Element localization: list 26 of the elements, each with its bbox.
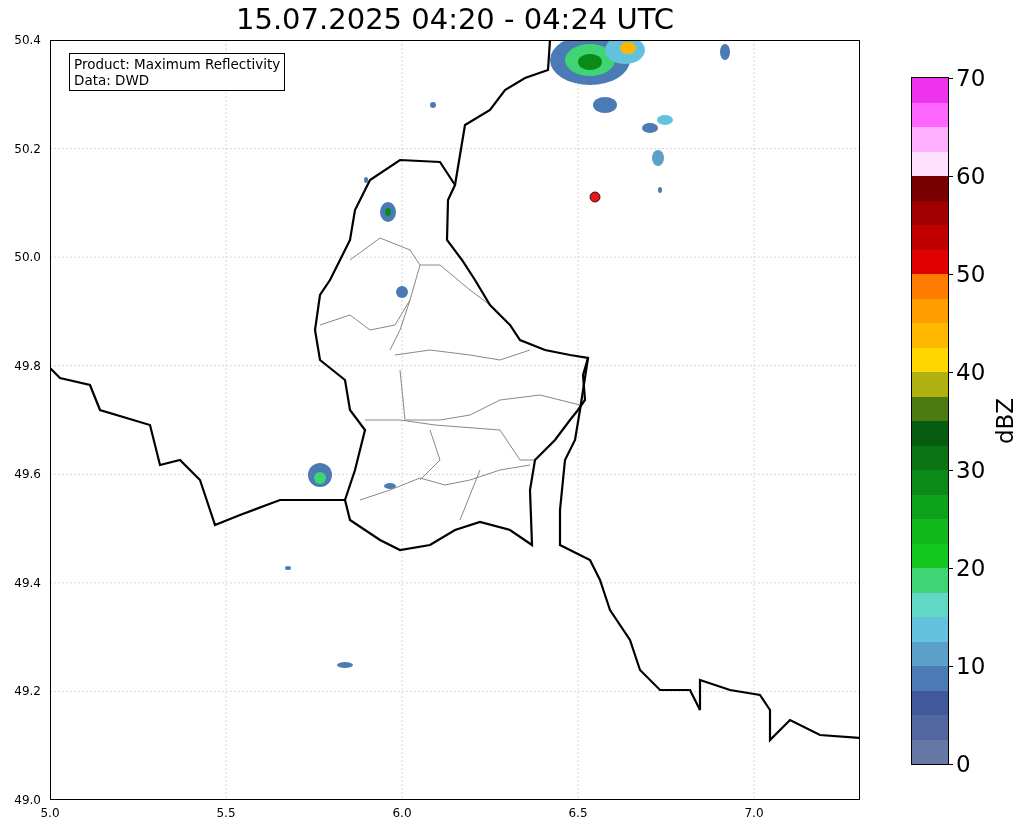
latitude-tick-label: 50.4 <box>14 33 41 47</box>
colorbar-tick-label: 40 <box>956 359 986 385</box>
chart-title: 15.07.2025 04:20 - 04:24 UTC <box>236 2 674 36</box>
info-text: Data: DWD <box>74 72 151 88</box>
latitude-tick-label: 49.4 <box>14 575 41 590</box>
colorbar-tick-label: 50 <box>956 261 986 287</box>
latitude-tick-label: 49.0 <box>14 793 41 807</box>
location-marker <box>589 191 601 203</box>
colorbar-label: dBZ <box>992 397 1019 445</box>
colorbar-tick-label: 70 <box>956 65 986 91</box>
colorbar-tick-label: 0 <box>956 751 971 777</box>
colorbar-tick-label: 30 <box>956 457 986 483</box>
longitude-tick-label: 7.0 <box>744 806 764 820</box>
colorbar-tick-label: 10 <box>956 653 986 679</box>
latitude-tick-label: 49.8 <box>14 358 41 373</box>
longitude-tick-label: 6.5 <box>568 806 588 820</box>
colorbar-tick-label: 20 <box>956 555 986 581</box>
longitude-tick-label: 6.0 <box>392 806 412 820</box>
latitude-tick-label: 50.2 <box>14 141 41 156</box>
longitude-tick-label: 5.5 <box>216 806 236 820</box>
colorbar-tick-label: 60 <box>956 163 986 189</box>
latitude-tick-label: 50.0 <box>14 250 41 265</box>
latitude-tick-label: 49.6 <box>14 467 41 482</box>
info-text: Product: Maximum Reflectivity <box>74 56 281 72</box>
latitude-tick-label: 49.2 <box>14 684 41 699</box>
longitude-tick-label: 5.0 <box>40 806 60 820</box>
